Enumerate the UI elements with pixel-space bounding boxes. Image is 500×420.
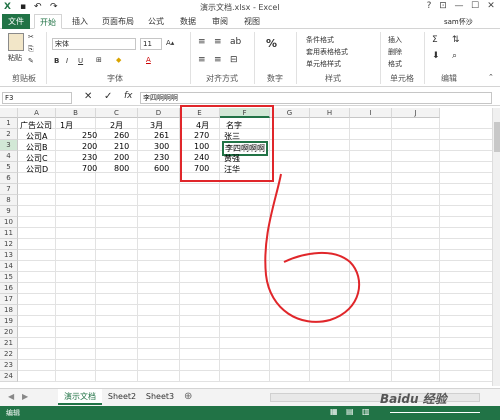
sheet-tab-3[interactable]: Sheet3 [142,389,178,405]
annotation-rectangle [180,105,274,182]
sheet-tab-2[interactable]: Sheet2 [104,389,140,405]
next-sheet-icon[interactable]: ▶ [22,392,28,401]
add-sheet-icon[interactable]: ⊕ [184,391,192,402]
baidu-watermark: Baidu 经验 [380,392,447,406]
page-layout-view-icon[interactable]: ▤ [346,407,354,416]
page-break-view-icon[interactable]: ▥ [362,407,370,416]
vertical-scrollbar[interactable] [492,108,500,386]
red-annotation-overlay [180,105,361,323]
status-mode: 编辑 [6,409,20,417]
scrollbar-thumb[interactable] [494,122,500,152]
zoom-slider[interactable] [390,412,480,413]
sheet-tab-active[interactable]: 演示文档 [58,389,102,405]
horizontal-scrollbar[interactable] [270,393,480,402]
sheet-tab-bar: ◀ ▶ 演示文档 Sheet2 Sheet3 ⊕ Baidu 经验 [0,388,500,406]
prev-sheet-icon[interactable]: ◀ [8,392,14,401]
annotation-scribble [264,173,361,323]
status-bar: 编辑 ▦ ▤ ▥ [0,406,500,420]
normal-view-icon[interactable]: ▦ [330,407,338,416]
